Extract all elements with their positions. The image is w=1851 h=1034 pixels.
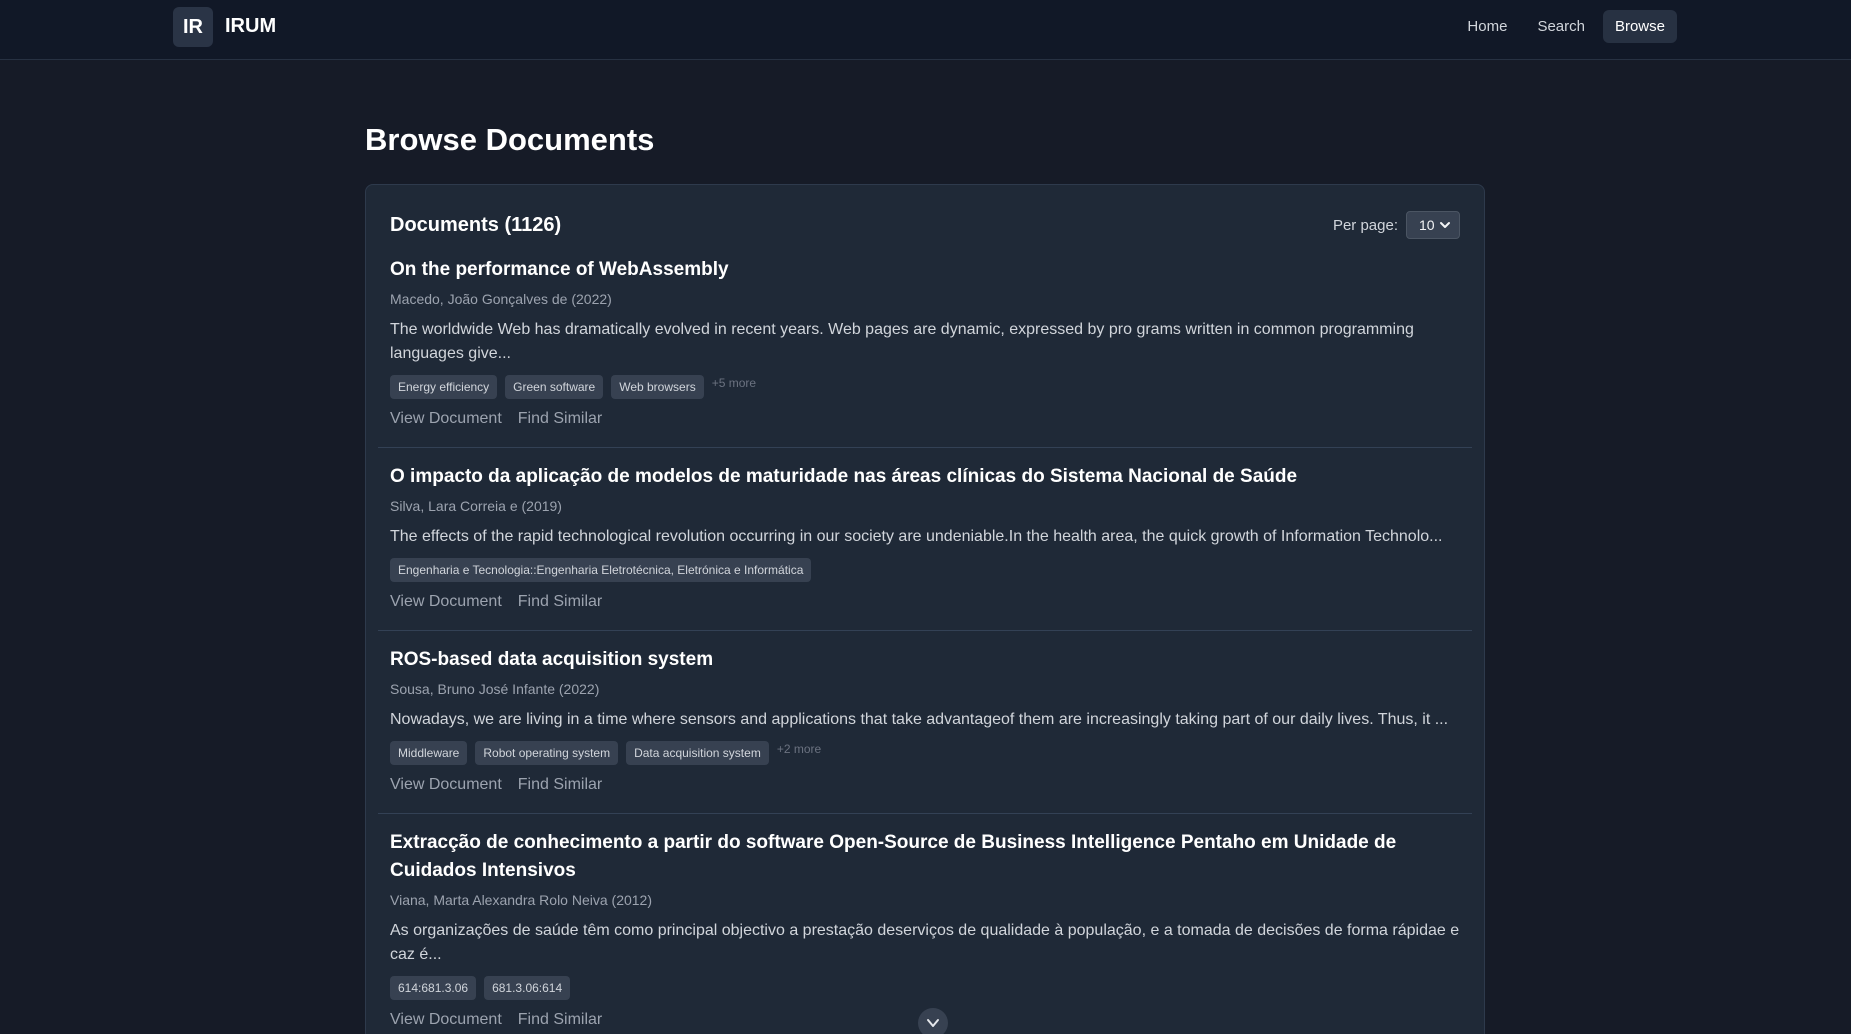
view-document-link[interactable]: View Document <box>390 409 502 429</box>
view-document-link[interactable]: View Document <box>390 775 502 795</box>
more-tags-count: +2 more <box>776 742 822 756</box>
documents-header: Documents (1126) Per page: 10 <box>378 185 1472 241</box>
find-similar-link[interactable]: Find Similar <box>518 1010 602 1030</box>
tag[interactable]: Green software <box>505 375 604 399</box>
nav-links: Home Search Browse <box>1455 10 1677 43</box>
tag[interactable]: Engenharia e Tecnologia::Engenharia Elet… <box>390 558 812 582</box>
per-page-select[interactable]: 10 <box>1406 211 1460 239</box>
document-tags: Energy efficiency Green software Web bro… <box>390 375 1460 399</box>
document-abstract: As organizações de saúde têm como princi… <box>390 922 1460 963</box>
document-abstract: Nowadays, we are living in a time where … <box>390 711 1449 728</box>
documents-count-title: Documents (1126) <box>390 213 562 236</box>
chevron-down-icon <box>1440 222 1450 228</box>
document-author-year: Sousa, Bruno José Infante (2022) <box>390 681 600 697</box>
document-actions: View Document Find Similar <box>390 775 1460 795</box>
find-similar-link[interactable]: Find Similar <box>518 409 602 429</box>
tag[interactable]: Web browsers <box>611 375 704 399</box>
nav-home[interactable]: Home <box>1455 10 1519 43</box>
per-page-control: Per page: 10 <box>1333 211 1460 239</box>
logo-badge[interactable]: IR <box>173 7 213 47</box>
documents-card: Documents (1126) Per page: 10 On the per… <box>365 184 1485 1034</box>
top-navbar: IR IRUM Home Search Browse <box>0 0 1851 60</box>
tag[interactable]: 614:681.3.06 <box>390 976 477 1000</box>
document-author-year: Macedo, João Gonçalves de (2022) <box>390 291 612 307</box>
document-actions: View Document Find Similar <box>390 409 1460 429</box>
scroll-down-button[interactable] <box>918 1008 948 1034</box>
document-title[interactable]: ROS-based data acquisition system <box>390 646 1460 674</box>
document-abstract: The worldwide Web has dramatically evolv… <box>390 321 1414 362</box>
brand-name[interactable]: IRUM <box>225 15 276 38</box>
document-title[interactable]: Extracção de conhecimento a partir do so… <box>390 829 1460 885</box>
tag[interactable]: Energy efficiency <box>390 375 498 399</box>
page-title: Browse Documents <box>365 122 655 157</box>
document-item: On the performance of WebAssembly Macedo… <box>378 241 1472 448</box>
document-item: Extracção de conhecimento a partir do so… <box>378 814 1472 1034</box>
document-tags: Engenharia e Tecnologia::Engenharia Elet… <box>390 558 1460 582</box>
per-page-label: Per page: <box>1332 216 1398 234</box>
document-abstract: The effects of the rapid technological r… <box>390 528 1443 545</box>
document-title[interactable]: On the performance of WebAssembly <box>390 256 1460 284</box>
document-tags: 614:681.3.06 681.3.06:614 <box>390 976 1460 1000</box>
document-tags: Middleware Robot operating system Data a… <box>390 741 1460 765</box>
document-author-year: Silva, Lara Correia e (2019) <box>390 498 562 514</box>
document-item: ROS-based data acquisition system Sousa,… <box>378 631 1472 814</box>
more-tags-count: +5 more <box>711 376 757 390</box>
view-document-link[interactable]: View Document <box>390 592 502 612</box>
nav-browse[interactable]: Browse <box>1602 10 1677 43</box>
nav-search[interactable]: Search <box>1525 10 1597 43</box>
chevron-down-icon <box>927 1019 939 1027</box>
document-item: O impacto da aplicação de modelos de mat… <box>378 448 1472 631</box>
tag[interactable]: Data acquisition system <box>626 741 769 765</box>
tag[interactable]: Middleware <box>390 741 468 765</box>
per-page-value: 10 <box>1419 217 1435 233</box>
find-similar-link[interactable]: Find Similar <box>518 592 602 612</box>
find-similar-link[interactable]: Find Similar <box>518 775 602 795</box>
tag[interactable]: 681.3.06:614 <box>484 976 571 1000</box>
document-title[interactable]: O impacto da aplicação de modelos de mat… <box>390 463 1460 491</box>
document-author-year: Viana, Marta Alexandra Rolo Neiva (2012) <box>390 892 653 908</box>
document-actions: View Document Find Similar <box>390 592 1460 612</box>
tag[interactable]: Robot operating system <box>475 741 619 765</box>
view-document-link[interactable]: View Document <box>390 1010 502 1030</box>
